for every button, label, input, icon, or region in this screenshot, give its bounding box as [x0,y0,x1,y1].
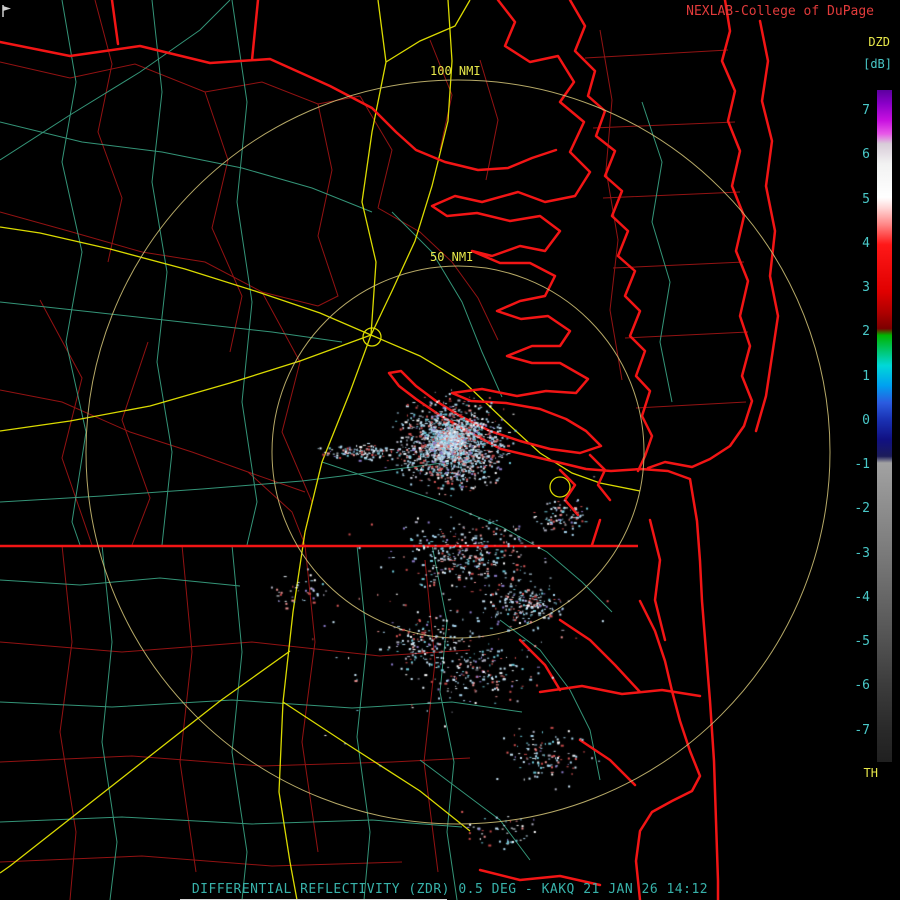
flag-icon [2,5,11,17]
colorbar-tick-label: -7 [854,722,870,738]
colorbar-tick-label: 5 [862,191,870,207]
colorbar-tick-label: 1 [862,368,870,384]
colorbar-units-label: [dB] [863,57,892,71]
colorbar-product-code: DZD [868,35,890,49]
colorbar-threshold-label: TH [863,766,878,780]
range-ring-label: 100 NMI [430,64,481,78]
colorbar-tick-label: -5 [854,634,870,649]
colorbar-tick-label: 0 [862,412,870,428]
colorbar-tick-label: -4 [854,589,870,605]
colorbar-tick-label: 6 [862,147,870,163]
colorbar-gradient [877,90,892,762]
colorbar-tick-label: -2 [854,501,870,517]
radar-echoes [0,0,900,900]
colorbar-tick-label: -6 [854,678,870,694]
radar-display: NEXLAB-College of DuPage DZD [dB] 7 6 5 4 3 2… [0,0,900,900]
attribution-text: NEXLAB-College of DuPage [686,4,874,19]
range-ring-label: 50 NMI [430,250,474,264]
colorbar-tick-label: 3 [862,280,870,295]
colorbar-tick-label: -3 [854,545,870,561]
colorbar-tick-label: 7 [862,103,870,118]
status-bar-text: DIFFERENTIAL REFLECTIVITY (ZDR) 0.5 DEG … [191,882,709,897]
colorbar-tick-label: 2 [862,324,870,340]
colorbar-tick-label: -1 [854,457,870,472]
colorbar-tick-label: 4 [862,235,870,251]
